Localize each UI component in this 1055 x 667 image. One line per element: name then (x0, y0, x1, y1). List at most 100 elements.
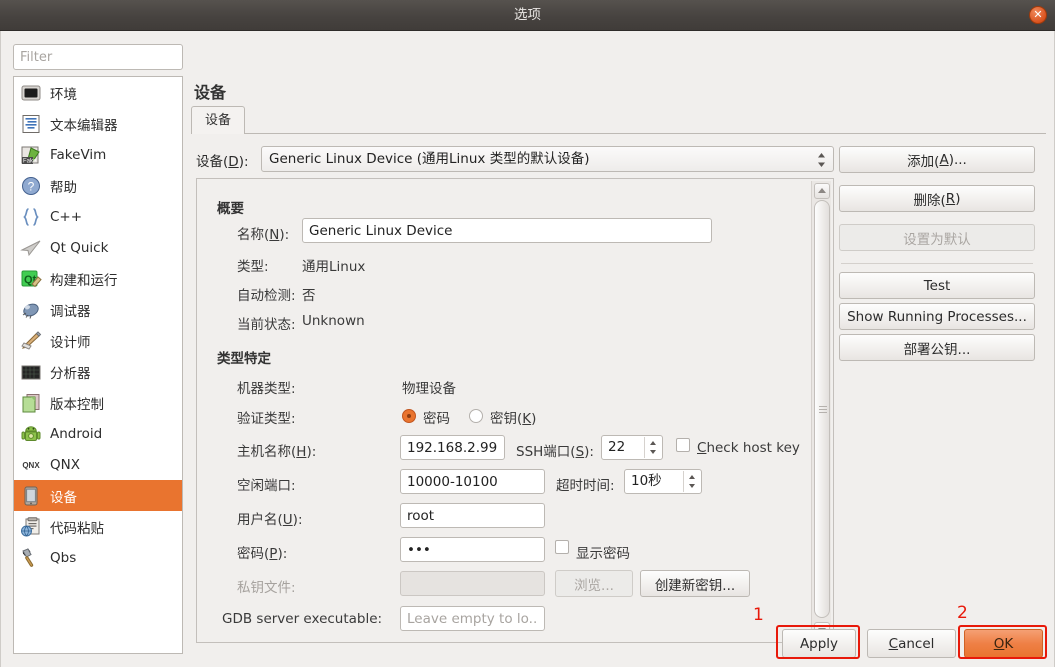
sidebar-item-qbs[interactable]: Qbs (14, 542, 182, 573)
spin-arrows-icon (689, 475, 695, 488)
timeout-spinbox[interactable]: 10秒 (624, 469, 702, 494)
svg-text:QNX: QNX (22, 461, 40, 470)
code-paste-icon (20, 516, 42, 538)
sidebar-item-label: 代码粘贴 (50, 520, 104, 537)
set-default-label-text: 设置为默认 (903, 231, 971, 248)
sidebar-item-构建和运行[interactable]: Qt 构建和运行 (14, 263, 182, 294)
timeout-spin-buttons[interactable] (683, 471, 700, 492)
test-button[interactable]: Test (839, 272, 1035, 299)
environment-icon (20, 82, 42, 104)
radio-key-label-tail: ) (531, 411, 537, 427)
sidebar-item-label: 帮助 (50, 179, 77, 196)
device-selector-label-accel: D (228, 154, 239, 170)
cancel-accel: C (888, 635, 899, 652)
window-title: 选项 (514, 7, 541, 23)
password-label-text: 密码( (237, 546, 270, 562)
autodetect-value: 否 (302, 288, 316, 304)
remove-label-text: 删除( (913, 192, 946, 209)
device-selector-label-text: 设备( (196, 154, 229, 170)
cancel-label-text: ancel (898, 635, 935, 652)
tab-bar: 设备 (191, 106, 1046, 134)
username-label-accel: U (282, 512, 293, 528)
show-running-processes-button[interactable]: Show Running Processes... (839, 303, 1035, 330)
sidebar-item-label: 构建和运行 (50, 272, 118, 289)
show-password-label: 显示密码 (576, 546, 630, 562)
sidebar-item-分析器[interactable]: 分析器 (14, 356, 182, 387)
filter-input[interactable] (13, 44, 183, 70)
sidebar-item-qt-quick[interactable]: Qt Quick (14, 232, 182, 263)
radio-key-label-accel: K (522, 411, 532, 427)
ssh-port-value: 22 (608, 439, 626, 455)
sidebar-item-label: 设计师 (50, 334, 91, 351)
fakevim-icon: Fake (20, 144, 42, 166)
svg-text:?: ? (28, 179, 35, 193)
options-category-list[interactable]: 环境 文本编辑器 Fake FakeVim? 帮助 C++ Qt Quick Qt 构建和运行调… (13, 76, 183, 654)
add-button[interactable]: 添加(A)... (839, 146, 1035, 173)
username-label-text: 用户名( (237, 512, 283, 528)
hostname-input[interactable] (400, 435, 505, 460)
deploy-public-key-button[interactable]: 部署公钥... (839, 334, 1035, 361)
cancel-button[interactable]: Cancel (867, 629, 956, 658)
ssh-port-spinbox[interactable]: 22 (601, 435, 663, 460)
form-scrollbar[interactable] (811, 181, 831, 641)
sidebar-item-调试器[interactable]: 调试器 (14, 294, 182, 325)
ssh-port-spin-buttons[interactable] (644, 437, 661, 458)
sidebar-item-label: QNX (50, 456, 80, 473)
password-input[interactable] (400, 537, 545, 562)
remove-label-tail: ) (955, 190, 961, 207)
username-label-tail: ): (292, 512, 303, 528)
browse-button[interactable]: 浏览... (555, 570, 633, 597)
tab-device[interactable]: 设备 (191, 106, 246, 134)
sidebar-item-版本控制[interactable]: 版本控制 (14, 387, 182, 418)
sidebar-item-qnx[interactable]: QNX QNX (14, 449, 182, 480)
debugger-icon (20, 299, 42, 321)
scroll-up-icon[interactable] (814, 183, 830, 199)
sidebar-item-设备[interactable]: 设备 (14, 480, 182, 511)
sidebar-item-c++[interactable]: C++ (14, 201, 182, 232)
scrollbar-thumb[interactable] (814, 200, 830, 618)
sidebar-item-设计师[interactable]: 设计师 (14, 325, 182, 356)
page-title: 设备 (194, 83, 227, 102)
ok-button[interactable]: OK (964, 629, 1043, 658)
sidebar-item-android[interactable]: Android (14, 418, 182, 449)
free-ports-input[interactable] (400, 469, 545, 494)
create-new-key-button[interactable]: 创建新密钥... (640, 570, 750, 597)
sidebar-item-代码粘贴[interactable]: 代码粘贴 (14, 511, 182, 542)
remove-button[interactable]: 删除(R) (839, 185, 1035, 212)
radio-key[interactable] (469, 409, 483, 423)
check-host-key-text: heck host key (706, 440, 800, 456)
spin-arrows-icon (650, 441, 656, 454)
test-label-text: Test (923, 277, 951, 294)
set-default-button[interactable]: 设置为默认 (839, 224, 1035, 251)
device-settings-scroll-area: 概要 名称(N): 类型: 通用Linux 自动检测: 否 当前状态: Unkn… (196, 178, 834, 643)
device-combobox[interactable]: Generic Linux Device (通用Linux 类型的默认设备) (261, 146, 834, 172)
qtquick-icon (20, 237, 42, 259)
deploy-public-key-label-text: 部署公钥... (903, 341, 971, 358)
username-input[interactable] (400, 503, 545, 528)
sidebar-item-label: Qbs (50, 549, 77, 566)
status-label: 当前状态: (237, 317, 296, 333)
sidebar-item-文本编辑器[interactable]: 文本编辑器 (14, 108, 182, 139)
show-password-checkbox[interactable] (555, 540, 569, 554)
sidebar-item-帮助[interactable]: ? 帮助 (14, 170, 182, 201)
help-icon: ? (20, 175, 42, 197)
version-control-icon (20, 392, 42, 414)
sidebar-item-环境[interactable]: 环境 (14, 77, 182, 108)
sidebar-item-label: Android (50, 425, 103, 442)
sidebar-item-label: 设备 (50, 489, 77, 506)
designer-icon (20, 330, 42, 352)
sidebar-item-label: 版本控制 (50, 396, 104, 413)
radio-password[interactable] (402, 409, 416, 423)
remove-label-accel: R (945, 190, 956, 207)
sidebar-item-fakevim[interactable]: Fake FakeVim (14, 139, 182, 170)
private-key-input[interactable] (400, 571, 545, 596)
close-icon[interactable]: ✕ (1029, 6, 1047, 24)
device-name-input[interactable] (302, 218, 712, 243)
apply-button[interactable]: Apply (782, 629, 856, 658)
gdb-server-input[interactable] (400, 606, 545, 631)
device-icon (20, 485, 42, 507)
ok-label-text: K (1004, 635, 1014, 652)
check-host-key-checkbox[interactable] (676, 438, 690, 452)
name-label-text: 名称( (237, 227, 270, 243)
chevron-updown-icon (818, 153, 825, 167)
